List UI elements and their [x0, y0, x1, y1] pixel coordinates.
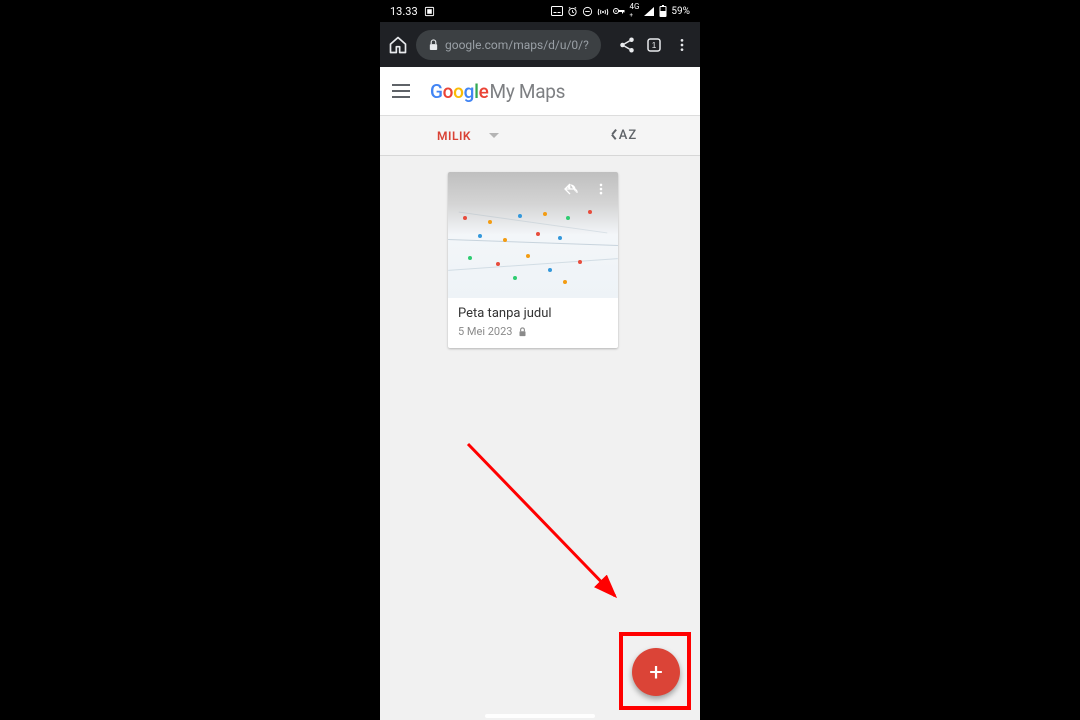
- lock-icon: [428, 39, 439, 51]
- sort-button[interactable]: AZ: [556, 116, 700, 155]
- chevron-down-icon: [489, 133, 499, 138]
- hotspot-icon: [597, 6, 609, 17]
- annotation-arrow: [460, 436, 640, 616]
- create-map-fab[interactable]: +: [632, 648, 680, 696]
- browser-menu-button[interactable]: [672, 31, 692, 59]
- lock-icon: [518, 327, 527, 337]
- status-bar: 13.33 4G+ 59%: [380, 0, 700, 22]
- ownership-filter-label: MILIK: [437, 129, 471, 143]
- battery-icon: [659, 5, 667, 17]
- url-text: google.com/maps/d/u/0/?: [445, 38, 589, 52]
- menu-button[interactable]: [392, 79, 416, 103]
- map-title: Peta tanpa judul: [458, 306, 608, 321]
- network-type: 4G+: [629, 3, 639, 20]
- gesture-bar[interactable]: [485, 714, 595, 718]
- card-menu-button[interactable]: [590, 178, 612, 200]
- app-header: GoogleMy Maps: [380, 67, 700, 116]
- phone-frame: 13.33 4G+ 59% google.com/maps/d/u/0/?: [380, 0, 700, 720]
- battery-percent: 59%: [671, 6, 690, 17]
- alarm-icon: [567, 6, 578, 17]
- status-time: 13.33: [390, 5, 418, 18]
- map-card[interactable]: Peta tanpa judul 5 Mei 2023: [448, 172, 618, 348]
- browser-toolbar: google.com/maps/d/u/0/? 1: [380, 22, 700, 67]
- vpn-icon: [613, 6, 625, 16]
- sort-label: AZ: [619, 128, 637, 143]
- captions-icon: [551, 6, 563, 16]
- browser-share-button[interactable]: [617, 31, 637, 59]
- ownership-filter-dropdown[interactable]: MILIK: [380, 116, 556, 155]
- svg-text:1: 1: [652, 41, 657, 50]
- maps-grid: Peta tanpa judul 5 Mei 2023 +: [380, 156, 700, 720]
- dnd-icon: [582, 6, 593, 17]
- url-bar[interactable]: google.com/maps/d/u/0/?: [416, 30, 601, 60]
- filter-bar: MILIK AZ: [380, 116, 700, 156]
- google-mymaps-logo[interactable]: GoogleMy Maps: [430, 80, 565, 103]
- browser-home-button[interactable]: [388, 31, 408, 59]
- plus-icon: +: [649, 658, 663, 686]
- map-thumbnail: [448, 172, 618, 298]
- browser-tabs-button[interactable]: 1: [645, 31, 665, 59]
- screenshot-indicator-icon: [424, 6, 435, 17]
- signal-icon: [643, 6, 655, 17]
- map-date: 5 Mei 2023: [458, 325, 512, 338]
- card-share-button[interactable]: [560, 178, 582, 200]
